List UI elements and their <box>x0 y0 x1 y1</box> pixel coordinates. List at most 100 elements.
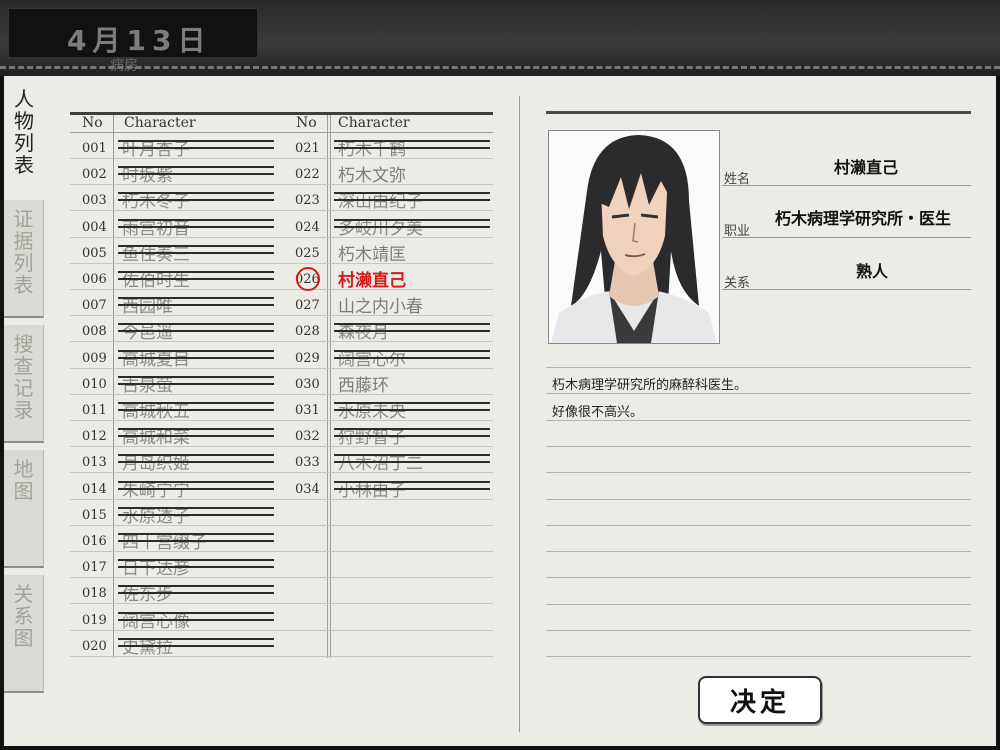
strikethrough <box>118 356 274 359</box>
location-label: 病房 <box>110 58 138 74</box>
strikethrough <box>118 487 274 490</box>
character-number: 031 <box>295 403 320 418</box>
note-rule <box>546 498 971 500</box>
strikethrough <box>118 323 274 326</box>
job-label: 职业 <box>724 224 751 239</box>
frame-bottom <box>0 746 1000 750</box>
strikethrough <box>118 540 274 542</box>
strikethrough <box>118 592 274 595</box>
strikethrough <box>118 251 274 254</box>
character-number: 002 <box>82 167 107 183</box>
note-rule <box>546 524 971 526</box>
date-panel: 4月13日 <box>8 8 258 58</box>
character-name-entry[interactable]: 西藤环 <box>338 371 389 396</box>
empty-row <box>292 526 493 552</box>
character-number: 019 <box>82 612 107 628</box>
character-number: 008 <box>82 324 107 340</box>
character-job: 朽木病理学研究所・医生 <box>775 209 952 228</box>
strikethrough <box>118 559 274 562</box>
strikethrough <box>118 506 274 509</box>
character-number: 012 <box>82 429 107 445</box>
strikethrough <box>118 454 274 457</box>
table-header-row <box>70 115 493 133</box>
strikethrough <box>334 454 490 457</box>
field-rule <box>722 237 971 238</box>
strikethrough <box>118 225 274 228</box>
note-rule <box>546 656 971 658</box>
strikethrough <box>118 271 274 273</box>
detail-top-rule <box>546 111 971 114</box>
strikethrough <box>334 199 490 202</box>
tab-1[interactable]: 证据列表 <box>4 200 44 318</box>
strikethrough <box>118 173 274 176</box>
character-number: 024 <box>295 219 320 235</box>
table-row[interactable] <box>292 369 493 395</box>
note-line-text: 好像很不高兴。 <box>552 405 644 420</box>
note-rule <box>546 472 971 474</box>
strikethrough <box>118 402 274 404</box>
strikethrough <box>118 349 274 352</box>
note-rule <box>546 551 971 553</box>
empty-row <box>292 500 493 526</box>
field-rule <box>722 185 971 186</box>
character-name-entry[interactable]: 村濑直己 <box>338 266 406 291</box>
character-name-entry[interactable]: 朽木文弥 <box>338 161 406 186</box>
strikethrough <box>118 435 274 438</box>
strikethrough <box>118 166 274 169</box>
character-number: 022 <box>295 167 320 183</box>
character-number: 013 <box>82 455 107 471</box>
strikethrough <box>118 533 274 535</box>
selection-circle <box>296 267 320 291</box>
strikethrough <box>118 218 274 221</box>
strikethrough <box>334 192 490 195</box>
strikethrough <box>118 585 274 588</box>
character-number: 021 <box>295 141 320 156</box>
character-number: 032 <box>295 429 320 445</box>
strikethrough <box>334 435 490 438</box>
empty-row <box>292 552 493 579</box>
character-number: 029 <box>295 350 320 366</box>
note-rule <box>546 393 971 395</box>
confirm-button[interactable]: 决定 <box>698 676 822 724</box>
note-rule <box>546 577 971 579</box>
tab-2[interactable]: 搜查记录 <box>4 325 44 443</box>
note-rule <box>546 630 971 631</box>
character-number: 006 <box>82 272 107 287</box>
relation-label: 关系 <box>724 276 751 291</box>
strikethrough <box>334 140 490 142</box>
strikethrough <box>118 611 274 614</box>
character-number: 017 <box>82 560 107 576</box>
tab-3[interactable]: 地图 <box>4 450 44 568</box>
empty-row <box>292 605 493 631</box>
table-row[interactable] <box>292 316 493 343</box>
portrait-illustration <box>549 131 719 343</box>
note-rule <box>546 603 971 605</box>
strikethrough <box>118 304 274 307</box>
field-rule <box>722 289 971 290</box>
strikethrough <box>334 349 490 352</box>
note-rule <box>546 367 971 368</box>
character-number: 009 <box>82 350 107 366</box>
character-number: 023 <box>295 193 320 209</box>
character-name-entry[interactable]: 山之内小春 <box>338 292 423 317</box>
strikethrough <box>118 637 274 640</box>
character-name-entry[interactable]: 朽木靖匡 <box>338 240 406 265</box>
strikethrough <box>118 566 274 569</box>
character-number: 018 <box>82 586 107 602</box>
note-rule <box>546 445 971 447</box>
tab-4[interactable]: 关系图 <box>4 575 44 693</box>
character-number: 003 <box>82 193 107 209</box>
character-number: 010 <box>82 376 107 392</box>
character-name: 村濑直己 <box>834 158 899 177</box>
strikethrough <box>118 382 274 385</box>
tab-0[interactable]: 人物列表 <box>4 80 44 198</box>
character-number: 007 <box>82 298 107 314</box>
character-number: 020 <box>82 638 107 654</box>
character-number: 001 <box>82 141 107 156</box>
character-number: 034 <box>295 481 320 497</box>
strikethrough <box>118 297 274 300</box>
frame-right <box>996 76 1000 750</box>
note-line-text: 朽木病理学研究所的麻醉科医生。 <box>552 378 748 393</box>
strikethrough <box>118 480 274 483</box>
strikethrough <box>334 323 490 326</box>
